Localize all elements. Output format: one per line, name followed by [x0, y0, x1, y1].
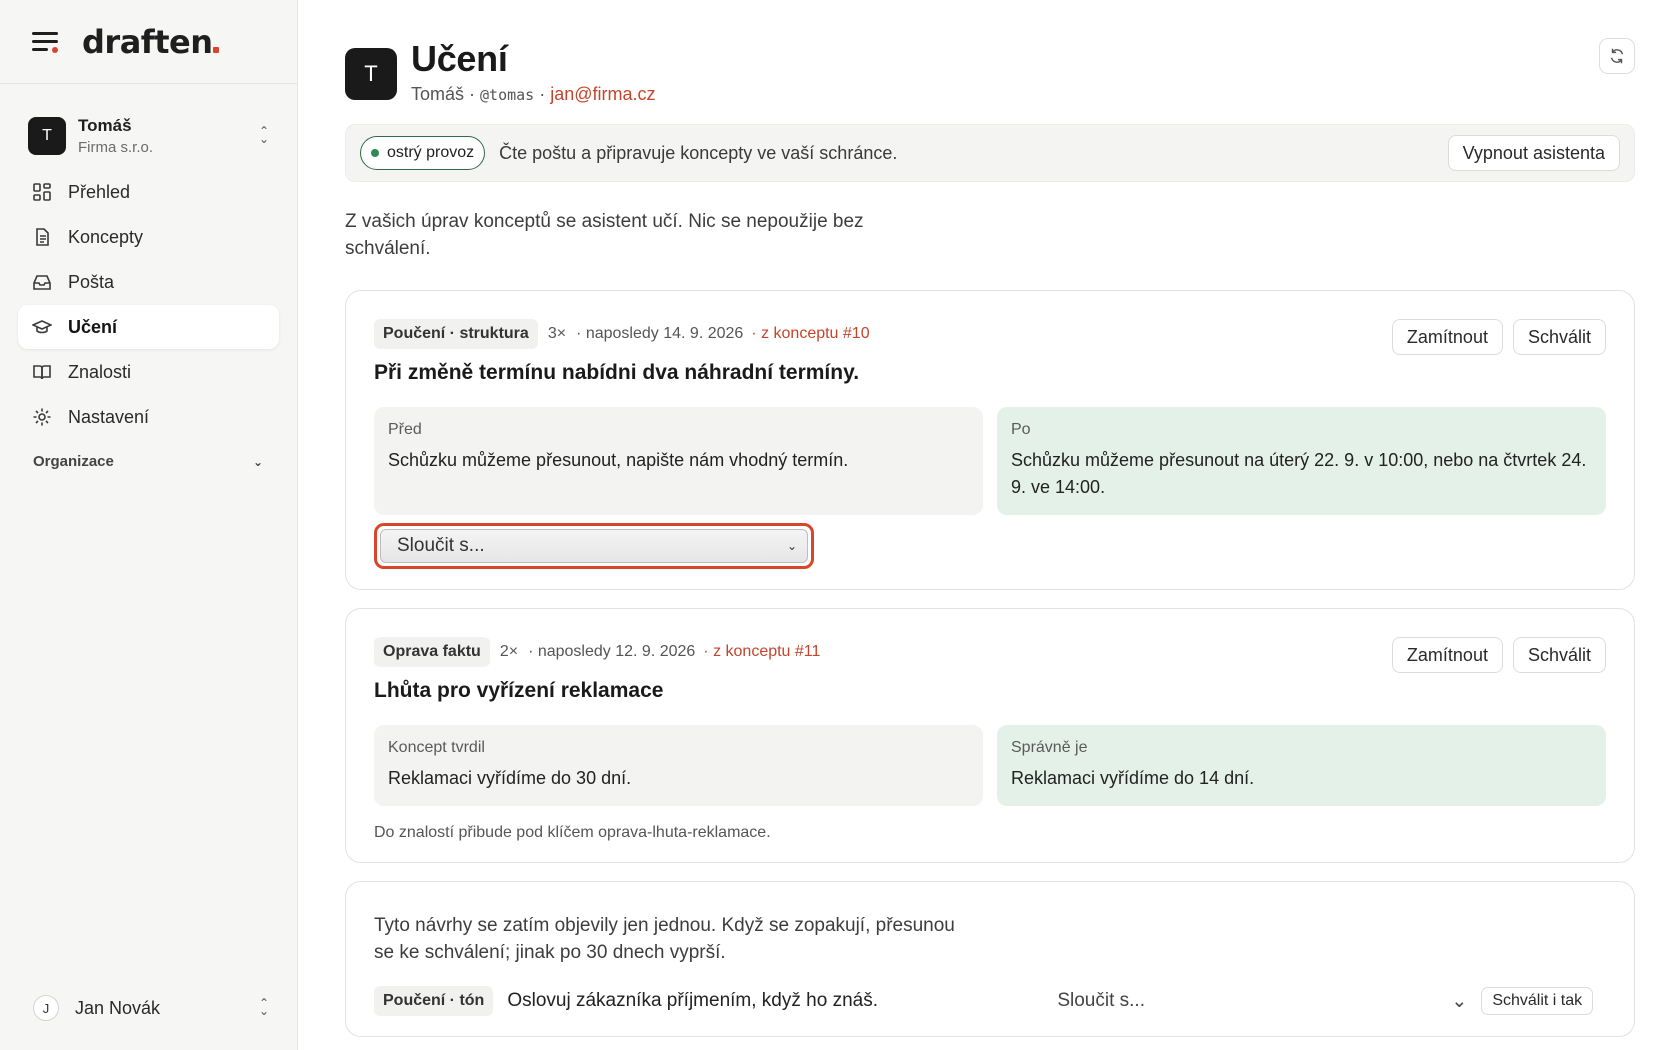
- updown-chevron-icon: ⌃ ⌄: [258, 996, 270, 1018]
- user-menu[interactable]: J Jan Novák ⌃ ⌄: [33, 990, 271, 1026]
- before-box: Před Schůzku můžeme přesunout, napište n…: [374, 407, 983, 515]
- sidebar-item-posta[interactable]: Pošta: [18, 260, 279, 304]
- organizace-section-toggle[interactable]: Organizace ⌄: [33, 453, 263, 470]
- org-name: Tomáš: [78, 116, 132, 135]
- logo: draften: [82, 26, 220, 58]
- merge-select[interactable]: Sloučit s... ⌄: [1047, 990, 1467, 1013]
- pending-text: Tyto návrhy se zatím objevily jen jednou…: [374, 915, 955, 963]
- sidebar-item-label: Znalosti: [68, 361, 132, 382]
- status-badge: ostrý provoz: [360, 136, 486, 170]
- menu-icon[interactable]: [32, 30, 60, 54]
- sidebar-nav: Přehled Koncepty Pošta Učení Znalosti Na…: [0, 170, 297, 439]
- assistant-email[interactable]: jan@firma.cz: [550, 84, 655, 104]
- category-tag: Poučení · tón: [374, 986, 494, 1016]
- merge-select-highlight: Sloučit s... ⌄: [374, 523, 814, 569]
- user-avatar: J: [33, 995, 59, 1021]
- last-seen: · naposledy 14. 9. 2026: [576, 325, 744, 342]
- assistant-handle: @tomas: [480, 86, 535, 104]
- source-link[interactable]: · z konceptu #11: [703, 643, 820, 661]
- card-actions: Zamítnout Schválit: [1391, 637, 1606, 673]
- sidebar-item-nastaveni[interactable]: Nastavení: [18, 395, 279, 439]
- page-header: T Učení Tomáš · @tomas · jan@firma.cz: [345, 0, 1635, 118]
- graduation-cap-icon: [32, 320, 52, 334]
- main-content: T Učení Tomáš · @tomas · jan@firma.cz os…: [345, 0, 1635, 1037]
- before-text: Schůzku můžeme přesunout, napište nám vh…: [388, 450, 849, 470]
- org-avatar: T: [28, 117, 66, 155]
- status-text: Čte poštu a připravuje koncepty ve vaší …: [499, 142, 898, 163]
- card-actions: Zamítnout Schválit: [1391, 319, 1606, 355]
- reject-button[interactable]: Zamítnout: [1391, 319, 1503, 355]
- org-switcher[interactable]: T Tomáš Firma s.r.o. ⌃ ⌄: [28, 114, 271, 158]
- sidebar-item-label: Nastavení: [68, 406, 150, 427]
- chevron-down-icon: ⌄: [786, 539, 797, 553]
- grid-icon: [33, 183, 51, 201]
- updown-chevron-icon: ⌃ ⌄: [258, 124, 270, 146]
- reject-button[interactable]: Zamítnout: [1391, 637, 1503, 673]
- sidebar-item-prehled[interactable]: Přehled: [18, 170, 279, 214]
- org-company: Firma s.r.o.: [78, 139, 154, 156]
- page-subtitle: Tomáš · @tomas · jan@firma.cz: [411, 84, 656, 104]
- section-label: Organizace: [33, 453, 114, 470]
- approve-anyway-button[interactable]: Schválit i tak: [1481, 987, 1594, 1015]
- comparison: Před Schůzku můžeme přesunout, napište n…: [374, 407, 1606, 515]
- after-box: Po Schůzku můžeme přesunout na úterý 22.…: [997, 407, 1606, 515]
- after-label: Po: [1011, 421, 1031, 438]
- learning-card: Oprava faktu 2× · naposledy 12. 9. 2026 …: [345, 608, 1635, 863]
- category-tag: Poučení · struktura: [374, 319, 538, 349]
- gear-icon: [33, 408, 51, 426]
- pending-item-text: Oslovuj zákazníka příjmením, když ho zná…: [507, 990, 878, 1011]
- comparison: Koncept tvrdil Reklamaci vyřídíme do 30 …: [374, 725, 1606, 806]
- sidebar-item-uceni[interactable]: Učení: [18, 305, 279, 349]
- sidebar-item-label: Přehled: [68, 181, 131, 202]
- before-label: Koncept tvrdil: [388, 739, 485, 756]
- sidebar-item-znalosti[interactable]: Znalosti: [18, 350, 279, 394]
- sidebar-item-koncepty[interactable]: Koncepty: [18, 215, 279, 259]
- inbox-icon: [33, 275, 51, 290]
- after-text: Reklamaci vyřídíme do 14 dní.: [1011, 768, 1255, 788]
- pending-item: Poučení · tón Oslovuj zákazníka příjmení…: [374, 986, 1606, 1016]
- merge-select[interactable]: Sloučit s... ⌄: [380, 529, 808, 563]
- last-seen: · naposledy 12. 9. 2026: [528, 643, 696, 660]
- disable-assistant-button[interactable]: Vypnout asistenta: [1447, 135, 1620, 171]
- category-tag: Oprava faktu: [374, 637, 490, 667]
- sidebar-item-label: Koncepty: [68, 226, 144, 247]
- intro-text: Z vašich úprav konceptů se asistent učí.…: [345, 211, 864, 259]
- sidebar: draften T Tomáš Firma s.r.o. ⌃ ⌄ Přehled …: [0, 0, 298, 1050]
- assistant-name: Tomáš: [411, 84, 465, 104]
- brand-bar: draften: [0, 0, 297, 84]
- assistant-avatar: T: [345, 48, 397, 100]
- after-text: Schůzku můžeme přesunout na úterý 22. 9.…: [1011, 450, 1587, 497]
- occurrence-count: 2×: [499, 643, 519, 660]
- live-dot-icon: [371, 149, 379, 157]
- user-name: Jan Novák: [75, 997, 161, 1018]
- merge-select-value: Sloučit s...: [1057, 990, 1145, 1011]
- source-link[interactable]: · z konceptu #10: [751, 325, 869, 343]
- approve-button[interactable]: Schválit: [1512, 319, 1606, 355]
- assistant-status-bar: ostrý provoz Čte poštu a připravuje konc…: [345, 124, 1635, 182]
- document-icon: [36, 228, 49, 246]
- pending-card: Tyto návrhy se zatím objevily jen jednou…: [345, 881, 1635, 1037]
- sidebar-item-label: Učení: [68, 316, 118, 337]
- knowledge-note: Do znalostí přibude pod klíčem oprava-lh…: [374, 824, 771, 841]
- after-box: Správně je Reklamaci vyřídíme do 14 dní.: [997, 725, 1606, 806]
- book-icon: [33, 365, 51, 380]
- after-label: Správně je: [1011, 739, 1088, 756]
- before-label: Před: [388, 421, 422, 438]
- refresh-icon: [1610, 48, 1624, 64]
- sidebar-item-label: Pošta: [68, 271, 115, 292]
- page-title: Učení: [411, 38, 508, 79]
- card-title: Při změně termínu nabídni dva náhradní t…: [374, 361, 860, 384]
- before-text: Reklamaci vyřídíme do 30 dní.: [388, 768, 632, 788]
- chevron-down-icon: ⌄: [252, 454, 263, 469]
- occurrence-count: 3×: [547, 325, 567, 342]
- before-box: Koncept tvrdil Reklamaci vyřídíme do 30 …: [374, 725, 983, 806]
- refresh-button[interactable]: [1599, 38, 1635, 74]
- learning-card: Poučení · struktura 3× · naposledy 14. 9…: [345, 290, 1635, 590]
- chevron-down-icon: ⌄: [1451, 990, 1468, 1012]
- approve-button[interactable]: Schválit: [1512, 637, 1606, 673]
- card-title: Lhůta pro vyřízení reklamace: [374, 679, 664, 702]
- merge-select-value: Sloučit s...: [397, 535, 485, 556]
